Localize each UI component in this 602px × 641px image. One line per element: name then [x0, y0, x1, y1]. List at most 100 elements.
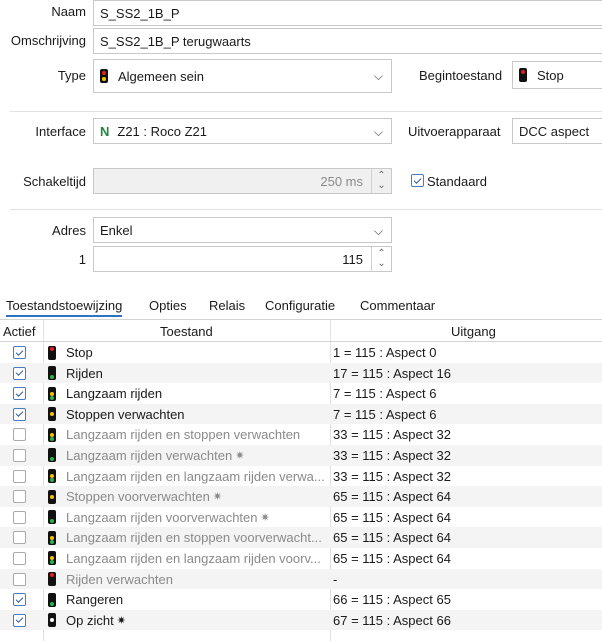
- chevron-down-icon: ⌵: [373, 224, 383, 238]
- actief-checkbox[interactable]: [13, 490, 26, 504]
- uitgang-cell: 33 = 115 : Aspect 32: [333, 468, 451, 484]
- naam-value: S_SS2_1B_P: [100, 5, 180, 21]
- uitgang-cell: 67 = 115 : Aspect 66: [333, 612, 451, 628]
- tab-bar: Toestandstoewijzing Opties Relais Config…: [0, 296, 602, 320]
- schakeltijd-value: 250 ms: [320, 173, 363, 189]
- actief-checkbox[interactable]: [13, 428, 26, 442]
- interface-value: Z21 : Roco Z21: [117, 123, 207, 139]
- interface-label: Interface: [35, 124, 86, 139]
- uitgang-cell: 65 = 115 : Aspect 64: [333, 489, 451, 505]
- toestand-label: Stop: [66, 345, 93, 360]
- tab-opties[interactable]: Opties: [149, 298, 187, 313]
- signal-icon: [48, 592, 56, 607]
- signal-icon: [48, 366, 56, 381]
- actief-checkbox[interactable]: [13, 510, 26, 524]
- toestand-label: Langzaam rijden en langzaam rijden voorv…: [66, 550, 321, 566]
- signal-icon: [48, 530, 56, 545]
- omschrijving-value: S_SS2_1B_P terugwaarts: [100, 33, 251, 49]
- actief-checkbox[interactable]: [13, 469, 26, 483]
- sun-icon: ✷: [235, 449, 245, 462]
- spinner-icon[interactable]: ⌃ ⌄: [371, 247, 391, 271]
- toestand-cell: Rijden: [48, 366, 328, 381]
- toestand-cell: Langzaam rijden en langzaam rijden voorv…: [48, 551, 328, 566]
- toestand-label: Rangeren: [66, 592, 124, 608]
- table-row[interactable]: Langzaam rijden en stoppen verwachten 33 …: [0, 424, 602, 445]
- table-row[interactable]: Stoppen voorverwachten ✷ 65 = 115 : Aspect…: [0, 486, 602, 507]
- toestand-label: Rijden: [66, 365, 103, 381]
- begintoestand-label: Begintoestand: [419, 68, 503, 83]
- begintoestand-value: Stop: [537, 67, 564, 83]
- tab-configuratie[interactable]: Configuratie: [265, 298, 335, 313]
- adres-select[interactable]: Enkel ⌵: [93, 217, 392, 243]
- type-select[interactable]: Algemeen sein ⌵: [93, 59, 392, 93]
- table-row[interactable]: Langzaam rijden 7 = 115 : Aspect 6: [0, 383, 602, 404]
- toestand-label: Langzaam rijden en langzaam rijden verwa…: [66, 468, 325, 484]
- table-row[interactable]: Langzaam rijden en langzaam rijden voorv…: [0, 548, 602, 569]
- naam-input[interactable]: S_SS2_1B_P: [93, 0, 602, 26]
- separator: [10, 111, 602, 112]
- state-table: Actief Toestand Uitgang Stop 1 = 115 : As…: [0, 320, 602, 631]
- signal-icon: [519, 68, 527, 82]
- sun-icon: ✷: [212, 491, 223, 504]
- sun-icon: ✷: [116, 614, 126, 627]
- table-row[interactable]: Langzaam rijden verwachten ✷ 33 = 115 : As…: [0, 444, 602, 466]
- uitgang-cell: 7 = 115 : Aspect 6: [333, 406, 437, 422]
- actief-checkbox[interactable]: [13, 448, 26, 462]
- uitvoer-select[interactable]: DCC aspect: [512, 118, 602, 144]
- omschrijving-input[interactable]: S_SS2_1B_P terugwaarts: [93, 28, 602, 54]
- table-row[interactable]: Rangeren 66 = 115 : Aspect 65: [0, 589, 602, 610]
- actief-checkbox[interactable]: [13, 551, 26, 565]
- standaard-checkbox[interactable]: [411, 174, 424, 187]
- uitgang-cell: 65 = 115 : Aspect 64: [333, 530, 451, 546]
- begintoestand-select[interactable]: Stop: [512, 61, 602, 89]
- toestand-cell: Stoppen voorverwachten ✷: [48, 489, 328, 504]
- interface-select[interactable]: N Z21 : Roco Z21 ⌵: [93, 118, 392, 144]
- table-row[interactable]: Stop 1 = 115 : Aspect 0: [0, 342, 602, 363]
- signal-icon: [48, 427, 56, 442]
- adres-value: Enkel: [100, 222, 133, 238]
- header-actief[interactable]: Actief: [3, 324, 36, 339]
- schakeltijd-input[interactable]: 250 ms ⌃ ⌄: [93, 168, 392, 194]
- toestand-cell: Langzaam rijden en stoppen voorverwacht.…: [48, 530, 328, 545]
- table-row[interactable]: Rijden 17 = 115 : Aspect 16: [0, 362, 602, 384]
- actief-checkbox[interactable]: [13, 593, 26, 607]
- signal-icon: [100, 69, 108, 83]
- tab-toestandstoewijzing[interactable]: Toestandstoewijzing: [6, 298, 123, 317]
- table-body: Stop 1 = 115 : Aspect 0 Rijden 17 = 115 : A…: [0, 342, 602, 631]
- table-row[interactable]: Langzaam rijden en langzaam rijden verwa…: [0, 466, 602, 487]
- actief-checkbox[interactable]: [13, 531, 26, 545]
- tab-relais[interactable]: Relais: [209, 298, 245, 313]
- actief-checkbox[interactable]: [13, 407, 26, 421]
- adres1-label: 1: [78, 252, 86, 267]
- tab-commentaar[interactable]: Commentaar: [360, 298, 435, 313]
- table-row[interactable]: Rijden verwachten -: [0, 568, 602, 590]
- table-row[interactable]: Stoppen verwachten 7 = 115 : Aspect 6: [0, 403, 602, 425]
- uitgang-cell: 1 = 115 : Aspect 0: [333, 345, 437, 360]
- table-row[interactable]: Langzaam rijden en stoppen voorverwacht.…: [0, 527, 602, 548]
- toestand-label: Stoppen voorverwachten: [66, 489, 210, 505]
- toestand-cell: Rijden verwachten: [48, 572, 328, 587]
- adres1-input[interactable]: 115 ⌃ ⌄: [93, 246, 392, 272]
- actief-checkbox[interactable]: [13, 366, 26, 380]
- uitgang-cell: 33 = 115 : Aspect 32: [333, 427, 451, 443]
- uitgang-cell: 66 = 115 : Aspect 65: [333, 592, 451, 608]
- actief-checkbox[interactable]: [13, 613, 26, 627]
- toestand-cell: Rangeren: [48, 592, 328, 607]
- toestand-label: Langzaam rijden en stoppen voorverwacht.…: [66, 530, 322, 546]
- uitgang-cell: 7 = 115 : Aspect 6: [333, 386, 437, 402]
- uitgang-cell: 65 = 115 : Aspect 64: [333, 509, 451, 525]
- actief-checkbox[interactable]: [13, 572, 26, 586]
- toestand-cell: Langzaam rijden voorverwachten ✷: [48, 510, 328, 525]
- toestand-cell: Stop: [48, 345, 328, 360]
- spinner-icon[interactable]: ⌃ ⌄: [371, 169, 391, 193]
- uitgang-cell: -: [333, 571, 338, 587]
- chevron-down-icon: ⌵: [373, 125, 383, 139]
- table-row[interactable]: Langzaam rijden voorverwachten ✷ 65 = 115 …: [0, 507, 602, 528]
- actief-checkbox[interactable]: [13, 387, 26, 401]
- uitgang-cell: 65 = 115 : Aspect 64: [333, 550, 451, 566]
- header-uitgang[interactable]: Uitgang: [451, 324, 496, 339]
- actief-checkbox[interactable]: [13, 346, 26, 359]
- table-row[interactable]: Op zicht ✷ 67 = 115 : Aspect 66: [0, 609, 602, 631]
- header-toestand[interactable]: Toestand: [160, 324, 213, 339]
- sun-icon: ✷: [260, 511, 270, 524]
